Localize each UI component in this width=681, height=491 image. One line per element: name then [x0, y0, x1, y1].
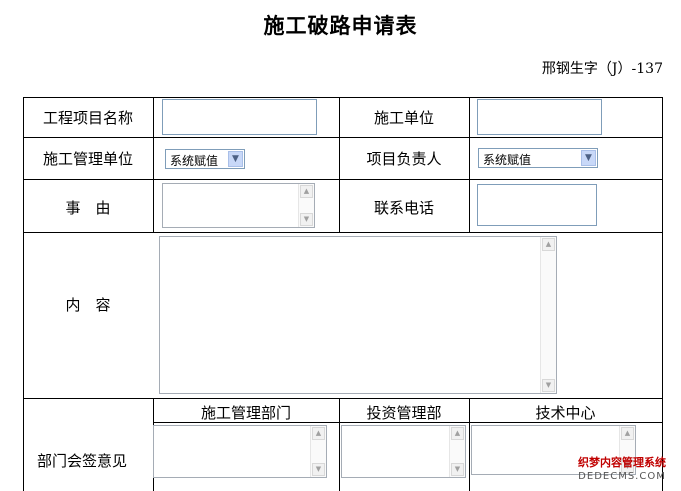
watermark-line-2: DEDECMS.COM — [578, 471, 666, 482]
phone-input[interactable] — [477, 184, 597, 226]
reason-textarea[interactable]: ▲ ▼ — [162, 183, 315, 228]
scroll-down-arrow-icon[interactable]: ▼ — [312, 463, 325, 476]
scroll-down-arrow-icon[interactable]: ▼ — [300, 213, 313, 226]
vertical-scrollbar[interactable]: ▲ ▼ — [449, 426, 465, 477]
construction-mgmt-opinion-textarea[interactable]: ▲ ▼ — [153, 425, 327, 478]
scroll-up-arrow-icon[interactable]: ▲ — [621, 427, 634, 440]
construction-mgmt-unit-select[interactable]: 系统赋值 ▼ — [165, 149, 245, 169]
table-border-right — [662, 97, 663, 491]
construction-unit-input[interactable] — [477, 99, 602, 135]
row-divider — [23, 398, 663, 399]
dept-opinion-label: 部门会签意见 — [36, 452, 127, 470]
vertical-scrollbar[interactable]: ▲ ▼ — [310, 426, 326, 477]
column-divider — [153, 97, 154, 233]
scroll-up-arrow-icon[interactable]: ▲ — [451, 427, 464, 440]
page-title: 施工破路申请表 — [263, 13, 418, 38]
project-name-input[interactable] — [162, 99, 317, 135]
chevron-down-icon[interactable]: ▼ — [581, 150, 596, 166]
scroll-up-arrow-icon[interactable]: ▲ — [300, 185, 313, 198]
table-border-top — [23, 97, 663, 98]
select-value: 系统赋值 — [483, 153, 532, 167]
construction-mgmt-unit-label: 施工管理单位 — [42, 150, 133, 168]
scroll-up-arrow-icon[interactable]: ▲ — [312, 427, 325, 440]
row-divider — [23, 179, 663, 180]
project-name-label: 工程项目名称 — [42, 109, 133, 127]
scroll-down-arrow-icon[interactable]: ▼ — [542, 379, 555, 392]
row-divider — [23, 232, 663, 233]
project-lead-label: 项目负责人 — [366, 150, 442, 168]
vertical-scrollbar[interactable]: ▲ ▼ — [540, 237, 556, 393]
watermark-logo: 织梦内容管理系统 DEDECMS.COM — [568, 456, 676, 486]
chevron-down-icon[interactable]: ▼ — [228, 151, 243, 167]
document-number: 邢钢生字（J）-137 — [541, 61, 663, 77]
content-textarea[interactable]: ▲ ▼ — [159, 236, 557, 394]
scroll-up-arrow-icon[interactable]: ▲ — [542, 238, 555, 251]
scroll-down-arrow-icon[interactable]: ▼ — [451, 463, 464, 476]
project-lead-select[interactable]: 系统赋值 ▼ — [478, 148, 598, 168]
investment-mgmt-opinion-textarea[interactable]: ▲ ▼ — [341, 425, 466, 478]
reason-label: 事 由 — [65, 199, 111, 217]
dept-header-investment-mgmt: 投资管理部 — [366, 404, 442, 422]
construction-unit-label: 施工单位 — [373, 109, 434, 127]
phone-label: 联系电话 — [373, 199, 434, 217]
dept-header-tech-center: 技术中心 — [535, 404, 596, 422]
row-divider — [23, 137, 663, 138]
column-divider — [469, 97, 470, 233]
select-value: 系统赋值 — [170, 154, 219, 168]
content-label: 内 容 — [65, 296, 111, 314]
vertical-scrollbar[interactable]: ▲ ▼ — [298, 184, 314, 227]
watermark-line-1: 织梦内容管理系统 — [578, 456, 666, 469]
dept-header-construction-mgmt: 施工管理部门 — [200, 404, 291, 422]
